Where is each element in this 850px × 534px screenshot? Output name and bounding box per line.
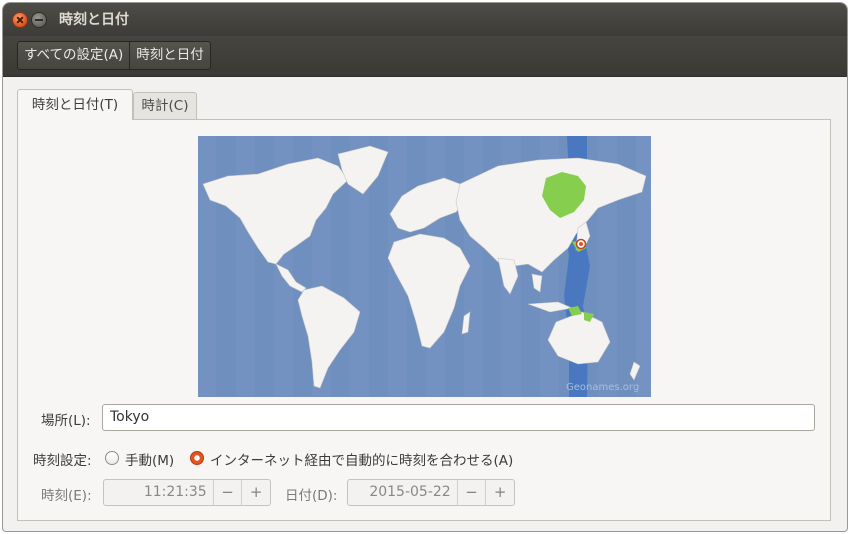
toolbar: すべての設定(A) 時刻と日付 bbox=[3, 36, 847, 77]
time-decrement-button[interactable]: − bbox=[212, 480, 242, 505]
breadcrumb-time-date[interactable]: 時刻と日付 bbox=[129, 42, 210, 69]
map-attribution: Geonames.org bbox=[566, 382, 639, 393]
time-label: 時刻(E): bbox=[41, 488, 92, 504]
tab-time-date[interactable]: 時刻と日付(T) bbox=[17, 89, 133, 120]
date-spinbutton[interactable]: 2015-05-22 − + bbox=[347, 479, 515, 506]
title-bar: 時刻と日付 bbox=[3, 3, 847, 36]
breadcrumb: すべての設定(A) 時刻と日付 bbox=[17, 41, 211, 70]
window-title: 時刻と日付 bbox=[59, 12, 129, 28]
time-setting-label: 時刻設定: bbox=[33, 453, 92, 469]
time-value[interactable]: 11:21:35 bbox=[104, 480, 213, 505]
time-spinbutton[interactable]: 11:21:35 − + bbox=[103, 479, 271, 506]
internet-sync-radio[interactable] bbox=[190, 451, 204, 465]
tab-clock[interactable]: 時計(C) bbox=[133, 92, 197, 119]
date-value[interactable]: 2015-05-22 bbox=[348, 480, 457, 505]
manual-radio[interactable] bbox=[105, 451, 119, 465]
minimize-icon[interactable] bbox=[31, 12, 47, 28]
manual-radio-label[interactable]: 手動(M) bbox=[125, 449, 174, 469]
settings-window: 時刻と日付 すべての設定(A) 時刻と日付 時刻と日付(T) 時計(C) Geo… bbox=[3, 3, 847, 531]
location-input[interactable]: Tokyo bbox=[102, 404, 815, 431]
date-increment-button[interactable]: + bbox=[485, 480, 514, 505]
world-map: Geonames.org bbox=[198, 136, 651, 397]
close-icon[interactable] bbox=[12, 12, 28, 28]
location-label: 場所(L): bbox=[41, 413, 91, 429]
location-pin-icon bbox=[575, 238, 587, 250]
breadcrumb-all-settings[interactable]: すべての設定(A) bbox=[18, 42, 129, 69]
time-increment-button[interactable]: + bbox=[241, 480, 270, 505]
timezone-map[interactable]: Geonames.org bbox=[198, 136, 651, 397]
internet-sync-radio-label[interactable]: インターネット経由で自動的に時刻を合わせる(A) bbox=[210, 449, 513, 469]
date-decrement-button[interactable]: − bbox=[456, 480, 486, 505]
date-label: 日付(D): bbox=[285, 488, 338, 504]
